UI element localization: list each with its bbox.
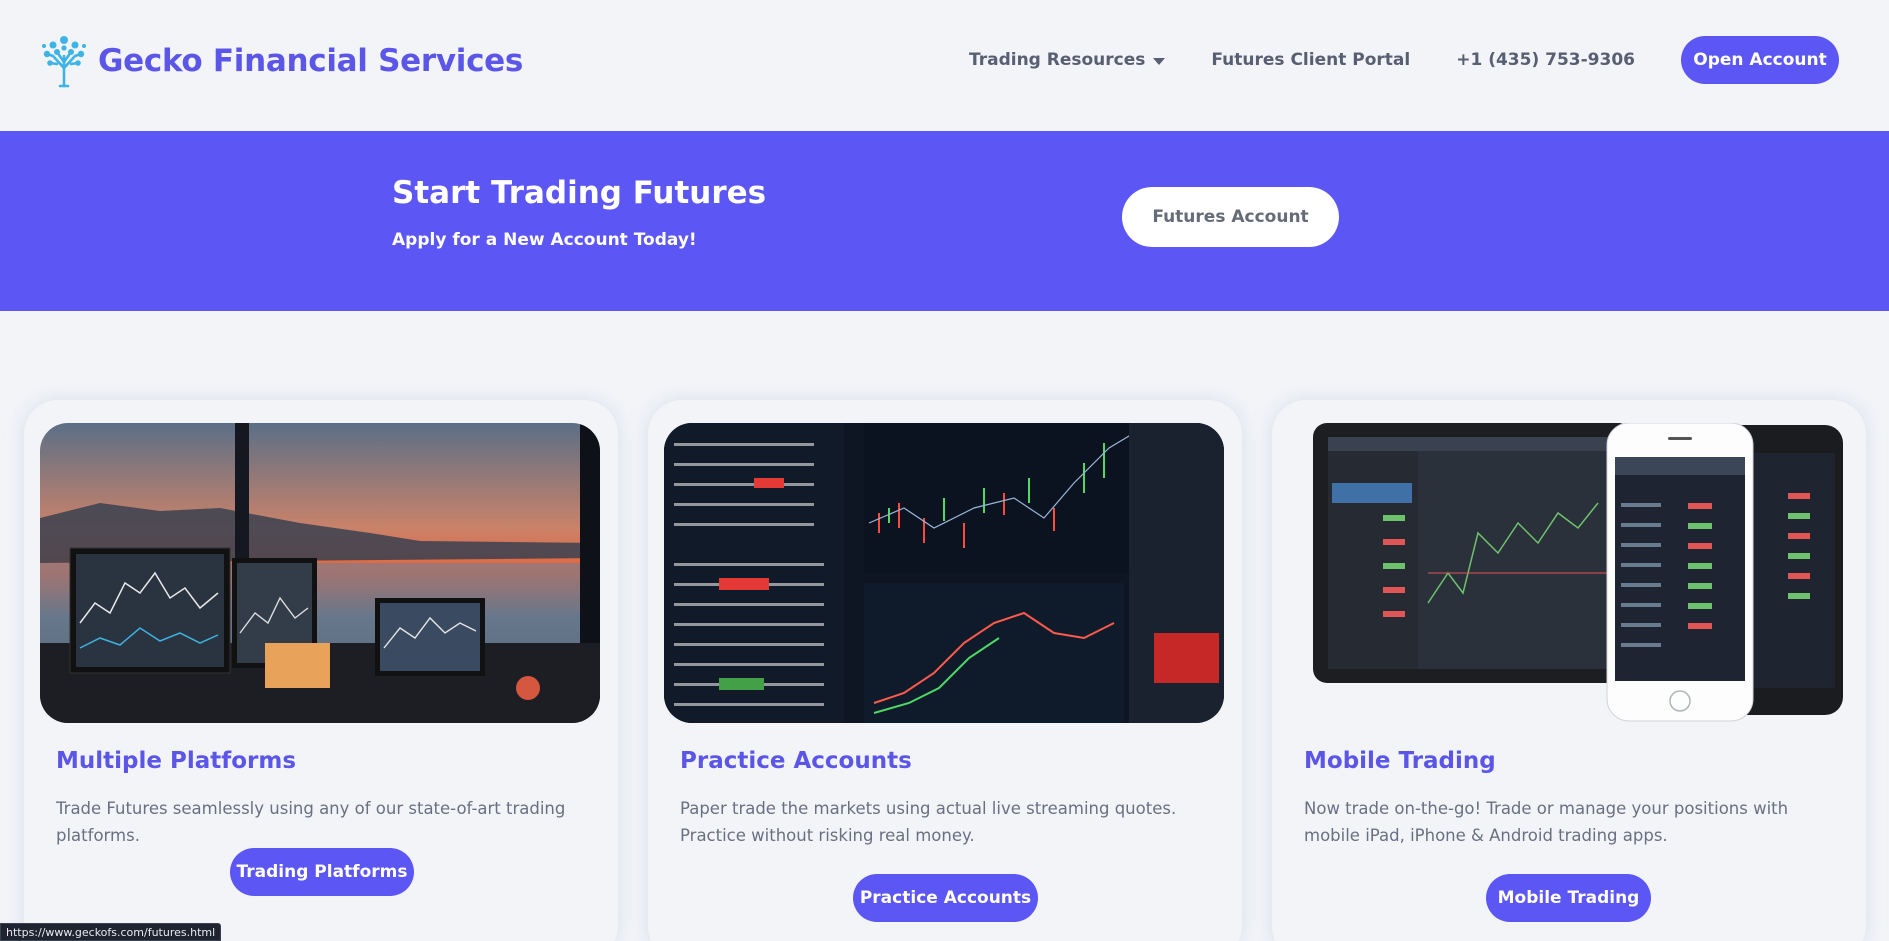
card-text: Trade Futures seamlessly using any of ou…: [56, 799, 566, 845]
main-nav: Trading Resources Futures Client Portal …: [969, 36, 1839, 84]
practice-accounts-button[interactable]: Practice Accounts: [853, 874, 1038, 922]
banner-title: Start Trading Futures: [392, 175, 767, 211]
card-text: Paper trade the markets using actual liv…: [680, 799, 1177, 845]
futures-account-button[interactable]: Futures Account: [1122, 187, 1339, 247]
chevron-down-icon[interactable]: [1153, 57, 1166, 65]
card-title: Multiple Platforms: [56, 748, 297, 774]
tree-icon: [42, 36, 86, 88]
nav-phone-link[interactable]: +1 (435) 753-9306: [1456, 50, 1635, 70]
brand-name[interactable]: Gecko Financial Services: [98, 43, 523, 79]
card-text: Now trade on-the-go! Trade or manage you…: [1304, 799, 1789, 845]
card-image-mobile: [1288, 423, 1848, 723]
nav-client-portal[interactable]: Futures Client Portal: [1211, 50, 1410, 70]
card-title: Mobile Trading: [1304, 748, 1496, 774]
cta-banner: Start Trading Futures Apply for a New Ac…: [0, 131, 1889, 311]
feature-card-platforms: Multiple Platforms Trade Futures seamles…: [24, 400, 618, 941]
feature-card-practice: Practice Accounts Paper trade the market…: [648, 400, 1242, 941]
nav-trading-resources[interactable]: Trading Resources: [969, 50, 1166, 70]
brand[interactable]: Gecko Financial Services: [40, 34, 523, 88]
card-title: Practice Accounts: [680, 748, 912, 774]
banner-subtitle: Apply for a New Account Today!: [392, 230, 697, 250]
mobile-trading-button[interactable]: Mobile Trading: [1486, 874, 1651, 922]
link-status-bar: https://www.geckofs.com/futures.html: [0, 923, 222, 941]
feature-card-mobile: Mobile Trading Now trade on-the-go! Trad…: [1272, 400, 1866, 941]
card-image-practice: [664, 423, 1224, 723]
trading-platforms-button[interactable]: Trading Platforms: [230, 848, 414, 896]
nav-trading-resources-label[interactable]: Trading Resources: [969, 50, 1145, 70]
open-account-button[interactable]: Open Account: [1681, 36, 1839, 84]
card-image-platforms: [40, 423, 600, 723]
site-header: Gecko Financial Services Trading Resourc…: [0, 0, 1889, 131]
